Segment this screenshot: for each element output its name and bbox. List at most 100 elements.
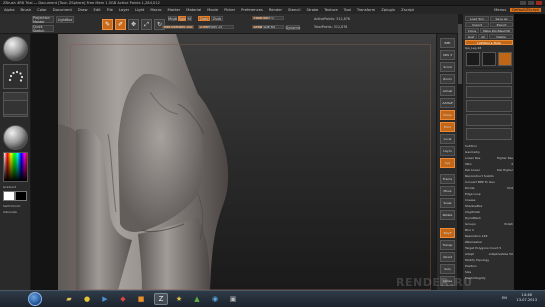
canvas-viewport[interactable] [58,34,436,290]
menu-texture[interactable]: Texture [324,8,338,12]
load-tool-button[interactable]: Load Tool [465,16,489,21]
close-button[interactable] [536,0,542,5]
bpr-button[interactable]: BPR [440,38,455,48]
lightbox-button[interactable]: LightBox [56,16,74,23]
tray-row[interactable]: Reconstruct Subdiv [465,174,513,179]
goz-button[interactable]: GoZ [465,34,477,39]
persp-button[interactable]: Persp [440,110,455,120]
subtool-slot-1[interactable] [466,72,512,84]
spix-button[interactable]: SPix 3 [440,50,455,60]
menu-material[interactable]: Material [186,8,201,12]
rgb-button[interactable]: Rgb [178,16,186,21]
tray-row[interactable]: SDiv 3 [465,162,513,167]
minimize-button[interactable] [520,0,526,5]
tool-thumbnail-2[interactable] [482,52,496,66]
edit-button[interactable]: ✎ [102,19,113,30]
scale-view-button[interactable]: Scale [440,198,455,208]
menu-macro[interactable]: Macro [150,8,161,12]
subtool-slot-2[interactable] [466,86,512,98]
tray-row[interactable]: Crease [465,198,513,203]
tray-row[interactable]: Geometry [465,150,513,155]
menu-file[interactable]: File [107,8,113,12]
menu-layer[interactable]: Layer [119,8,129,12]
tray-row[interactable]: Adapt AdaptiveSize 50 [465,252,513,257]
default-zscript-button[interactable]: DefaultZScript [510,8,541,12]
actual-button[interactable]: Actual [440,86,455,96]
clone-button[interactable]: Clone [465,28,479,33]
alternate-label[interactable]: Alternate [3,210,17,214]
menu-render[interactable]: Render [269,8,282,12]
menu-document[interactable]: Document [53,8,72,12]
menu-alpha[interactable]: Alpha [4,8,15,12]
menu-color[interactable]: Color [37,8,47,12]
tray-row[interactable]: ZRemesher [465,240,513,245]
menu-zscript[interactable]: Zscript [401,8,414,12]
menu-tool[interactable]: Tool [344,8,351,12]
dynamic-button[interactable]: Dynamic [286,25,300,30]
language-indicator[interactable]: EN [502,296,507,300]
quick-sketch-button[interactable]: Quick Sketch [32,25,54,33]
subtool-slot-3[interactable] [466,100,512,112]
material-selector[interactable] [3,125,28,150]
zsub-button[interactable]: Zsub [211,16,223,21]
import-button[interactable]: Import [465,22,489,27]
polyf-button[interactable]: PolyF [440,228,455,238]
lsym-button[interactable]: LSym [440,146,455,156]
projection-master-button[interactable]: Projection Master [32,16,54,24]
tray-row[interactable]: DynaMesh [465,216,513,221]
save-as-button[interactable]: Save As [490,16,513,21]
z-intensity-slider[interactable]: Z Intensity 25 [198,25,234,29]
xyz-button[interactable]: Xyz [440,158,455,168]
tray-row[interactable]: ShadowBox [465,204,513,209]
draw-size-slider[interactable]: Draw Size 64 [252,25,284,29]
switch-color-label[interactable]: SwitchColor [3,204,21,208]
floor-button[interactable]: Floor [440,122,455,132]
tray-row[interactable]: Edge Loop [465,192,513,197]
tray-row[interactable]: Divide Smt [465,186,513,191]
scale-button[interactable]: ⤢ [141,19,152,30]
move-view-button[interactable]: Move [440,186,455,196]
scroll-button[interactable]: Scroll [440,62,455,72]
transp-button[interactable]: Transp [440,240,455,250]
tray-row[interactable]: SubTool [465,144,513,149]
move-button[interactable]: ✥ [128,19,139,30]
all-button[interactable]: All [478,34,488,39]
tool-thumbnail-3[interactable] [498,52,512,66]
tray-row[interactable]: Resolution 128 [465,234,513,239]
export-button[interactable]: Export [490,22,513,27]
menus-toggle[interactable]: Menus [494,8,506,12]
taskbar-explorer[interactable]: ▰ [62,293,76,305]
subtool-slot-5[interactable] [466,128,512,140]
visible-button[interactable]: Visible [489,34,513,39]
taskbar-app-red[interactable]: ◆ [116,293,130,305]
taskbar-app-gray[interactable]: ▣ [226,293,240,305]
tray-row[interactable]: Blur 2 [465,228,513,233]
ghost-button[interactable]: Ghost [440,252,455,262]
aahalf-button[interactable]: AAHalf [440,98,455,108]
tray-row[interactable]: ClayPolish [465,210,513,215]
maximize-button[interactable] [528,0,534,5]
menu-stencil[interactable]: Stencil [288,8,300,12]
taskbar-chrome[interactable]: ● [80,293,94,305]
menu-edit[interactable]: Edit [94,8,101,12]
taskbar-zbrush[interactable]: Z [154,293,168,305]
menu-picker[interactable]: Picker [224,8,235,12]
lightbox-tools-button[interactable]: Lightbox ▸ Tools [465,40,513,45]
taskbar-app-blue[interactable]: ◉ [208,293,222,305]
menu-preferences[interactable]: Preferences [241,8,263,12]
menu-marker[interactable]: Marker [168,8,181,12]
draw-button[interactable]: ✐ [115,19,126,30]
tray-row[interactable]: Convert BPR To Geo [465,180,513,185]
menu-movie[interactable]: Movie [207,8,218,12]
main-color-swatch[interactable] [3,191,15,201]
subtool-slot-4[interactable] [466,114,512,126]
make-polymesh-button[interactable]: Make PolyMesh3D [480,28,513,33]
system-clock[interactable]: 14:46 13.07.2013 [516,293,537,303]
tray-row[interactable]: Groups Polish [465,222,513,227]
secondary-color-swatch[interactable] [15,191,27,201]
local-button[interactable]: Local [440,134,455,144]
tray-row[interactable]: Del Lower Del Higher [465,168,513,173]
solo-button[interactable]: Solo [440,264,455,274]
taskbar-app-orange[interactable]: ■ [134,293,148,305]
zadd-button[interactable]: Zadd [198,16,210,21]
